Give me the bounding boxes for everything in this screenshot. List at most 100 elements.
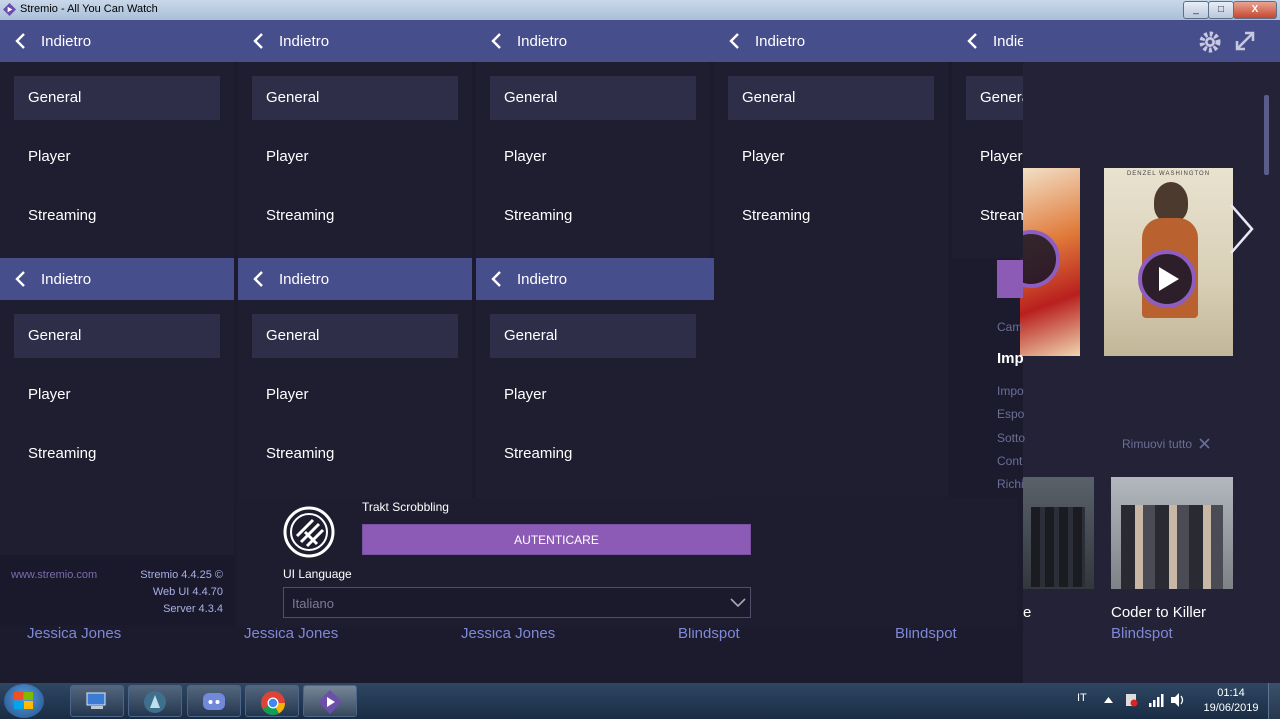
back-button[interactable]: Indietro [476,20,710,62]
network-signal-icon[interactable] [1148,693,1164,707]
menu-item-general[interactable]: General [14,76,220,120]
menu-item-streaming[interactable]: Streaming [252,432,458,476]
clock-time[interactable]: 01:14 [1198,687,1264,699]
menu-item-player[interactable]: Player [14,373,220,417]
back-label: Indietro [41,271,92,288]
maximize-button[interactable]: □ [1208,1,1234,19]
card2-subtitle[interactable]: Blindspot [1111,625,1173,642]
menu-item-streaming[interactable]: Streaming [252,194,458,238]
back-button[interactable]: Indietro [238,258,472,300]
menu-item-player[interactable]: Player [14,135,220,179]
side-heading: Imp [997,350,1024,367]
menu-item-general[interactable]: General [490,76,696,120]
back-button[interactable]: Indietro [0,258,234,300]
ui-language-label: UI Language [283,567,352,581]
settings-menu-panel: Indietro General Player Streaming [0,258,234,555]
menu-item-label: General [28,327,82,344]
menu-item-label: General [504,327,558,344]
menu-item-label: Player [28,386,71,403]
remove-all-label: Rimuovi tutto [1122,437,1193,451]
version-webui: Web UI 4.4.70 [152,586,223,598]
menu-item-general[interactable]: General [252,76,458,120]
play-icon[interactable] [1138,250,1196,308]
windows-logo-icon [14,692,33,709]
poster-figure-head [1154,182,1188,222]
taskbar-app-bluestacks[interactable] [128,685,182,717]
input-language[interactable]: IT [1077,692,1087,704]
card1-title[interactable]: e [1023,604,1031,621]
episode-thumb-1[interactable] [1023,477,1094,589]
back-label: Indietro [279,271,330,288]
menu-item-general[interactable]: General [966,76,1023,120]
menu-item-streaming[interactable]: Streaming [966,194,1023,238]
menu-item-player[interactable]: Player [490,373,696,417]
start-button[interactable] [4,684,44,718]
menu-item-label: Streaming [504,445,573,462]
website-link[interactable]: www.stremio.com [11,569,97,581]
action-center-icon[interactable] [1124,692,1138,708]
close-icon [1199,438,1210,449]
side-link-2[interactable]: Impo [997,384,1024,398]
menu-item-general[interactable]: General [728,76,934,120]
clock-date[interactable]: 19/06/2019 [1198,702,1264,714]
tray-expand-icon[interactable] [1104,697,1113,703]
gear-icon[interactable] [1198,30,1222,54]
chevron-left-icon [967,33,977,49]
menu-item-streaming[interactable]: Streaming [490,432,696,476]
menu-item-general[interactable]: General [252,314,458,358]
back-button[interactable]: Indietro [476,258,714,300]
poster-header: DENZEL WASHINGTON [1126,171,1211,177]
menu-item-player[interactable]: Player [252,373,458,417]
taskbar-app-stremio[interactable] [303,685,357,717]
menu-item-label: Streaming [504,207,573,224]
chevron-right-icon[interactable] [1226,202,1256,256]
chevron-down-icon [730,598,746,608]
episode-thumb-2[interactable] [1111,477,1233,589]
menu-item-label: General [266,89,320,106]
menu-item-player[interactable]: Player [252,135,458,179]
volume-icon[interactable] [1170,692,1186,708]
side-link-3[interactable]: Espo [997,407,1024,421]
poster-antman[interactable] [1020,168,1080,356]
back-button[interactable]: Indietro [0,20,234,62]
menu-item-streaming[interactable]: Streaming [14,432,220,476]
back-button[interactable]: Indietro [714,20,948,62]
menu-item-player[interactable]: Player [966,135,1023,179]
card2-title[interactable]: Coder to Killer [1111,604,1206,621]
authenticate-button[interactable]: AUTENTICARE [362,524,751,555]
purple-button-fragment[interactable] [997,260,1023,298]
side-link-0[interactable]: Cam [997,320,1022,334]
side-link-4[interactable]: Sotto [997,431,1025,445]
show-desktop-button[interactable] [1268,683,1280,719]
close-window-button[interactable]: X [1233,1,1277,19]
taskbar-app-network[interactable] [70,685,124,717]
poster-equalizer[interactable]: DENZEL WASHINGTON [1104,168,1233,356]
taskbar-app-discord[interactable] [187,685,241,717]
back-label: Indietro [41,33,92,50]
ui-language-select[interactable]: Italiano [283,587,751,618]
taskbar-app-chrome[interactable] [245,685,299,717]
menu-item-streaming[interactable]: Streaming [728,194,934,238]
menu-item-player[interactable]: Player [490,135,696,179]
settings-menu-panel: Indietro General Player Streaming [0,20,234,258]
fullscreen-icon[interactable] [1234,30,1256,52]
side-link-5[interactable]: Cont [997,454,1022,468]
side-link-6[interactable]: Richi [997,477,1024,491]
menu-item-streaming[interactable]: Streaming [490,194,696,238]
back-button[interactable]: Indietro [238,20,472,62]
menu-item-label: Streaming [980,207,1023,224]
remove-all-button[interactable]: Rimuovi tutto [1122,437,1210,451]
menu-item-streaming[interactable]: Streaming [14,194,220,238]
play-icon[interactable] [1020,230,1060,288]
menu-item-player[interactable]: Player [728,135,934,179]
menu-item-label: Player [980,148,1023,165]
row-title[interactable]: Jessica Jones [27,625,121,642]
app-icon [144,691,166,713]
menu-item-label: Player [266,148,309,165]
back-label: Indietro [755,33,806,50]
minimize-button[interactable]: _ [1183,1,1209,19]
menu-item-general[interactable]: General [490,314,696,358]
menu-item-general[interactable]: General [14,314,220,358]
scrollbar-thumb[interactable] [1264,95,1269,175]
back-button[interactable]: Indietro [952,20,1023,62]
